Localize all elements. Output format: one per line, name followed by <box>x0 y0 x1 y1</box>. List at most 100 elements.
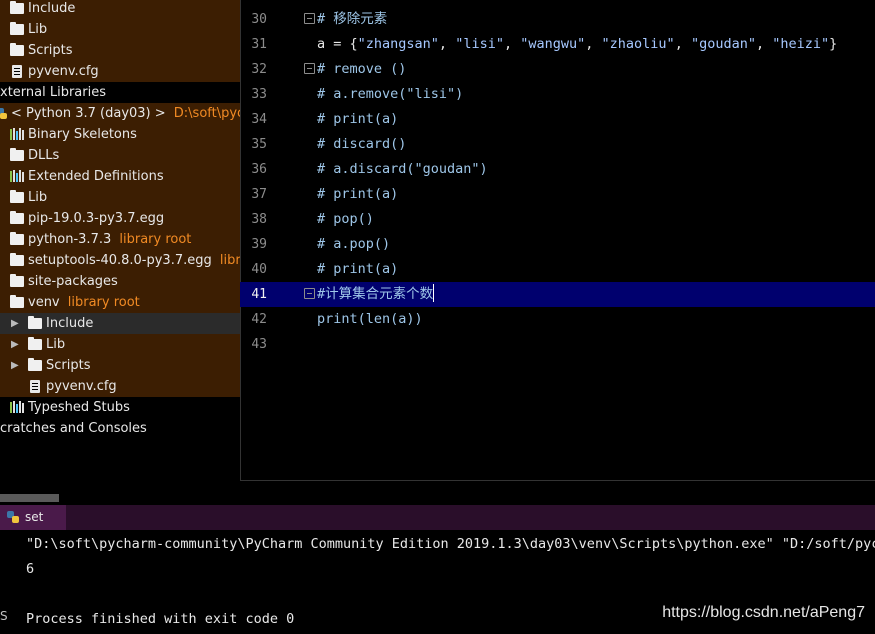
library-root-hint: library root <box>63 295 140 310</box>
code-line[interactable]: 33 # a.remove("lisi") <box>240 82 875 107</box>
tree-item-label: Lib <box>46 337 66 352</box>
code-text: # a.pop() <box>317 236 391 252</box>
fold-toggle-icon[interactable] <box>304 13 315 24</box>
expand-arrow-icon[interactable]: ▶ <box>11 355 19 376</box>
code-line[interactable]: 41 #计算集合元素个数 <box>240 282 875 307</box>
tree-item[interactable]: < Python 3.7 (day03) > D:\soft\pycharm <box>0 103 240 124</box>
code-line[interactable]: 30 # 移除元素 <box>240 7 875 32</box>
line-number: 40 <box>251 262 267 277</box>
tree-item[interactable]: ▶ Scripts <box>0 355 240 376</box>
run-tab-label: set <box>25 510 44 524</box>
library-root-hint: library root <box>115 232 192 247</box>
tree-item[interactable]: ▶ Lib <box>0 334 240 355</box>
folder-icon <box>10 190 24 203</box>
folder-icon <box>10 211 24 224</box>
code-line[interactable]: 40 # print(a) <box>240 257 875 282</box>
code-line[interactable]: 38 # pop() <box>240 207 875 232</box>
folder-icon <box>10 1 24 14</box>
tree-item[interactable]: Lib <box>0 19 240 40</box>
line-number: 38 <box>251 212 267 227</box>
python-icon <box>7 511 19 523</box>
code-text: # discard() <box>317 136 407 152</box>
tree-item[interactable]: Scripts <box>0 40 240 61</box>
code-text: # a.remove("lisi") <box>317 86 464 102</box>
line-number: 39 <box>251 237 267 252</box>
tree-item-label: pyvenv.cfg <box>28 64 99 79</box>
folder-icon <box>10 295 24 308</box>
line-number: 35 <box>251 137 267 152</box>
line-number: 37 <box>251 187 267 202</box>
code-text: # pop() <box>317 211 374 227</box>
tree-item-label: Lib <box>28 22 48 37</box>
line-number: 33 <box>251 87 267 102</box>
tree-item-label: DLLs <box>28 148 60 163</box>
code-text: print(len(a)) <box>317 311 423 327</box>
tree-item[interactable]: Extended Definitions <box>0 166 240 187</box>
tree-item[interactable]: pip-19.0.3-py3.7.egg <box>0 208 240 229</box>
python-icon <box>0 108 7 119</box>
line-number: 32 <box>251 62 267 77</box>
code-line[interactable]: 32 # remove () <box>240 57 875 82</box>
library-root-hint: D:\soft\pycharm <box>173 106 240 121</box>
folder-icon <box>28 316 42 329</box>
code-line[interactable]: 31 a = {"zhangsan", "lisi", "wangwu", "zh… <box>240 32 875 57</box>
tree-item[interactable]: pyvenv.cfg <box>0 376 240 397</box>
tree-item[interactable]: Binary Skeletons <box>0 124 240 145</box>
folder-icon <box>10 232 24 245</box>
library-icon <box>10 401 24 413</box>
tree-item[interactable]: site-packages <box>0 271 240 292</box>
tree-item-label: Include <box>46 316 94 331</box>
code-text: # remove () <box>317 61 407 77</box>
tree-item-label: python-3.7.3 library root <box>28 232 192 247</box>
code-line[interactable]: 39 # a.pop() <box>240 232 875 257</box>
tree-item[interactable]: xternal Libraries <box>0 82 240 103</box>
folder-icon <box>10 22 24 35</box>
code-line[interactable]: 43 <box>240 332 875 357</box>
tree-item[interactable]: cratches and Consoles <box>0 418 240 439</box>
folder-icon <box>10 43 24 56</box>
watermark: https://blog.csdn.net/aPeng7 <box>662 604 865 621</box>
file-icon <box>12 65 22 78</box>
console-line-output: 6 <box>26 561 35 577</box>
tree-item-label: Extended Definitions <box>28 169 164 184</box>
folder-icon <box>28 358 42 371</box>
code-text: #计算集合元素个数 <box>317 284 435 302</box>
tree-item[interactable]: Include <box>0 0 240 19</box>
run-tab-bar: set <box>0 505 875 530</box>
code-line[interactable]: 42 print(len(a)) <box>240 307 875 332</box>
editor-bottom-area <box>240 480 875 505</box>
code-text: # 移除元素 <box>317 11 388 27</box>
tree-item-label: Include <box>28 1 76 16</box>
run-tab-set[interactable]: set <box>0 505 66 530</box>
tree-horizontal-scrollbar[interactable] <box>0 494 59 502</box>
library-icon <box>10 128 24 140</box>
code-line[interactable]: 34 # print(a) <box>240 107 875 132</box>
tree-item[interactable]: python-3.7.3 library root <box>0 229 240 250</box>
tree-item[interactable]: Typeshed Stubs <box>0 397 240 418</box>
line-number: 42 <box>251 312 267 327</box>
code-text: # print(a) <box>317 111 399 127</box>
line-number: 41 <box>251 287 267 302</box>
folder-icon <box>10 274 24 287</box>
tree-item-label: venv library root <box>28 295 140 310</box>
tree-item[interactable]: pyvenv.cfg <box>0 61 240 82</box>
code-line[interactable]: 37 # print(a) <box>240 182 875 207</box>
tree-item[interactable]: setuptools-40.8.0-py3.7.egg library r <box>0 250 240 271</box>
project-tree[interactable]: Include Lib Scripts pyvenv.cfg xternal Libra… <box>0 0 240 504</box>
expand-arrow-icon[interactable]: ▶ <box>11 334 19 355</box>
tree-item[interactable]: venv library root <box>0 292 240 313</box>
fold-toggle-icon[interactable] <box>304 288 315 299</box>
folder-icon <box>28 337 42 350</box>
library-root-hint: library r <box>219 253 240 268</box>
tree-item[interactable]: DLLs <box>0 145 240 166</box>
tree-item-label: xternal Libraries <box>0 85 106 100</box>
expand-arrow-icon[interactable]: ▶ <box>11 313 19 334</box>
tree-item[interactable]: Lib <box>0 187 240 208</box>
tree-item[interactable]: ▶ Include <box>0 313 240 334</box>
line-number: 36 <box>251 162 267 177</box>
console-line-command: "D:\soft\pycharm-community\PyCharm Commu… <box>26 536 875 552</box>
tree-item-label: Binary Skeletons <box>28 127 137 142</box>
fold-toggle-icon[interactable] <box>304 63 315 74</box>
code-line[interactable]: 36 # a.discard("goudan") <box>240 157 875 182</box>
code-line[interactable]: 35 # discard() <box>240 132 875 157</box>
